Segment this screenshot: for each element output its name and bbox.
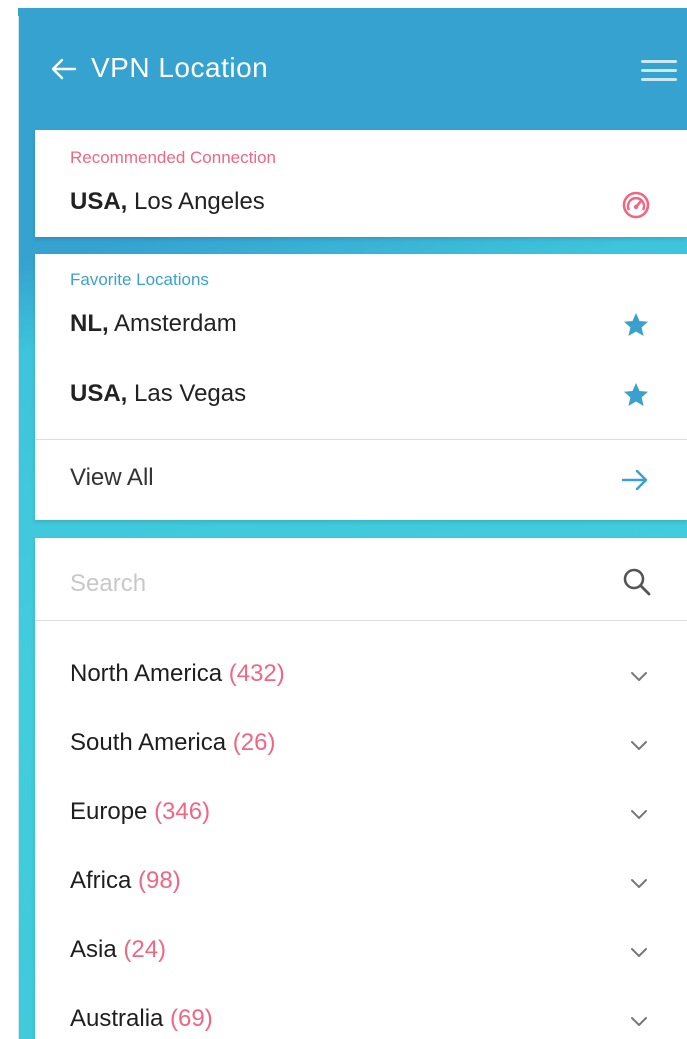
region-name: Africa <box>70 867 132 894</box>
region-count: (69) <box>170 1005 213 1032</box>
region-name: Europe <box>70 798 148 825</box>
chevron-down-icon[interactable] <box>627 871 651 895</box>
chevron-down-icon[interactable] <box>627 940 651 964</box>
city-name: Los Angeles <box>134 188 265 215</box>
page-title: VPN Location <box>91 52 269 83</box>
favorite-locations-card: Favorite Locations NL, Amsterdam USA, La… <box>35 254 687 520</box>
recommended-connection-card[interactable]: Recommended Connection USA, Los Angeles <box>35 130 687 237</box>
city-name: Amsterdam <box>114 310 237 337</box>
region-item[interactable]: Africa (98) <box>70 867 687 907</box>
arrow-left-icon[interactable] <box>48 54 78 84</box>
favorites-label: Favorite Locations <box>70 270 209 289</box>
region-name: South America <box>70 729 227 756</box>
star-icon[interactable] <box>621 310 651 340</box>
chevron-down-icon[interactable] <box>627 1009 651 1033</box>
chevron-down-icon[interactable] <box>627 664 651 688</box>
view-all-link[interactable]: View All <box>70 464 154 492</box>
city-name: Las Vegas <box>134 380 247 407</box>
favorite-item[interactable]: NL, Amsterdam <box>70 310 687 350</box>
speedometer-icon <box>622 191 650 219</box>
recommended-location[interactable]: USA, Los Angeles <box>70 188 687 228</box>
star-icon[interactable] <box>621 380 651 410</box>
region-count: (24) <box>123 936 167 963</box>
region-item[interactable]: North America (432) <box>70 660 687 700</box>
favorite-item[interactable]: USA, Las Vegas <box>70 380 687 420</box>
hamburger-menu-icon[interactable] <box>641 60 677 82</box>
vpn-location-screen: VPN Location Recommended Connection USA,… <box>18 8 687 1039</box>
country-code: NL, <box>70 310 109 337</box>
region-count: (346) <box>154 798 211 825</box>
location-list-card: Search North America (432) South America… <box>35 538 687 1039</box>
chevron-down-icon[interactable] <box>627 733 651 757</box>
region-item[interactable]: Australia (69) <box>70 1005 687 1039</box>
region-item[interactable]: Asia (24) <box>70 936 687 976</box>
divider <box>35 439 687 440</box>
country-code: USA, <box>70 188 128 215</box>
app-header: VPN Location <box>18 8 687 130</box>
region-item[interactable]: Europe (346) <box>70 798 687 838</box>
divider <box>35 620 687 621</box>
search-icon[interactable] <box>619 564 655 600</box>
region-count: (26) <box>232 729 276 756</box>
search-input[interactable]: Search <box>70 570 146 598</box>
region-count: (98) <box>138 867 181 894</box>
recommended-label: Recommended Connection <box>70 148 277 167</box>
region-count: (432) <box>228 660 285 687</box>
chevron-down-icon[interactable] <box>627 802 651 826</box>
arrow-right-icon[interactable] <box>619 464 651 496</box>
region-name: Australia <box>70 1005 164 1032</box>
region-name: Asia <box>70 936 117 963</box>
country-code: USA, <box>70 380 128 407</box>
region-item[interactable]: South America (26) <box>70 729 687 769</box>
region-name: North America <box>70 660 223 687</box>
